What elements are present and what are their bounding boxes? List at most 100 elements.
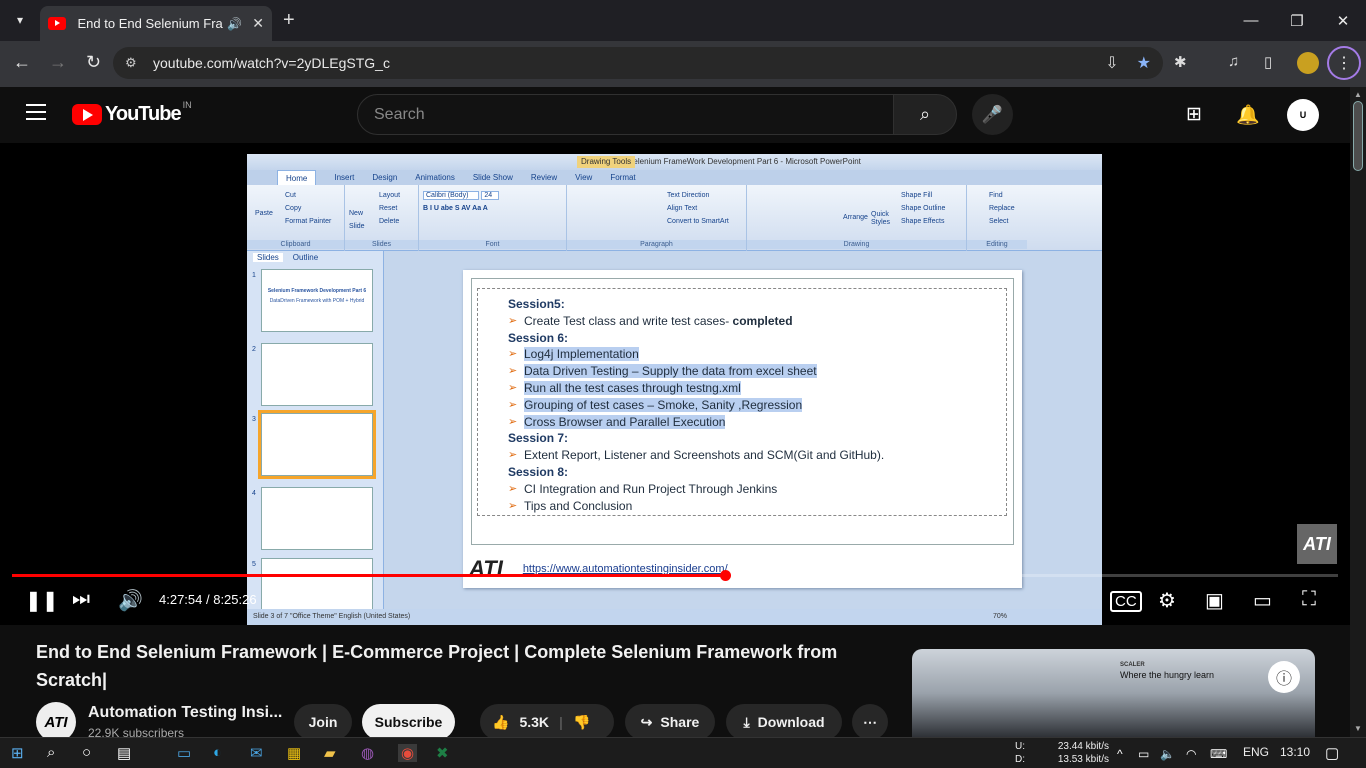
restore-icon[interactable]: ❐ [1274,0,1320,41]
mail-icon[interactable]: ✉ [250,744,263,762]
youtube-logo[interactable]: YouTube IN [72,100,192,126]
ppt-ribbon-tabs: Home Insert Design Animations Slide Show… [247,170,1102,185]
captions-icon[interactable]: CC [1110,591,1142,612]
address-bar[interactable]: ⚙ youtube.com/watch?v=2yDLEgSTG_c ⇩ ★ [113,47,1163,79]
volume-icon[interactable]: 🔊 [118,588,143,613]
youtube-favicon-icon [48,17,66,30]
miniplayer-icon[interactable]: ▣ [1205,588,1224,613]
side-panel-icon[interactable]: ▯ [1264,53,1272,71]
sidebar-ad[interactable]: SCALER Where the hungry learn ⓘ [912,649,1315,737]
audio-playing-icon[interactable]: 🔊 [227,17,242,31]
tray-chevron-icon[interactable]: ^ [1117,747,1123,761]
search-button[interactable]: ⌕ [893,94,957,135]
join-button[interactable]: Join [294,704,352,740]
browser-menu-icon[interactable]: ⋮ [1327,46,1361,80]
clock[interactable]: 13:10 [1280,746,1310,759]
forward-icon[interactable]: → [49,52,67,73]
task-view-icon[interactable]: ▤ [117,744,131,762]
ad-info-icon[interactable]: ⓘ [1268,661,1300,693]
channel-watermark[interactable]: ATI [1297,524,1337,564]
scroll-down-icon[interactable]: ▼ [1354,724,1362,733]
video-player[interactable]: Drawing Tools Selenium FrameWork Develop… [0,143,1350,625]
wifi-icon[interactable]: ◠ [1186,747,1196,761]
ribbon-drawing: Arrange Quick Styles Shape Fill Shape Ou… [747,185,967,251]
ppt-slides-pane: Slides Outline 1 Selenium Framework Deve… [247,251,384,625]
thumb-number: 5 [252,561,256,568]
shape-outline-label: Shape Outline [901,205,946,212]
new-slide-label: New Slide [349,210,365,230]
reload-icon[interactable]: ↻ [86,52,101,73]
network-speed-labels: U: D: [1015,740,1025,766]
notifications-bell-icon[interactable]: 🔔 [1236,103,1260,127]
voice-search-icon[interactable]: 🎤 [972,94,1013,135]
guide-menu-icon[interactable] [26,104,46,120]
profile-avatar[interactable] [1297,52,1319,74]
page-scrollbar[interactable]: ▲ ▼ [1350,87,1366,737]
notification-center-icon[interactable]: ▢ [1325,744,1339,762]
settings-gear-icon[interactable]: ⚙ [1158,588,1176,613]
speaker-icon[interactable]: 🔈 [1160,747,1175,761]
logo-text: YouTube [105,103,182,125]
ppt-tab-view: View [575,173,593,182]
select-label: Select [989,218,1009,225]
close-tab-icon[interactable]: ✕ [252,15,264,32]
more-actions-icon[interactable]: ⋯ [852,704,888,740]
taskbar-search-icon[interactable]: ⌕ [47,744,55,761]
ribbon-editing: Find Replace Select Editing [967,185,1102,251]
slide-bullet: Cross Browser and Parallel Execution [508,414,884,431]
shape-fill-label: Shape Fill [901,192,933,199]
media-control-icon[interactable]: ♫ [1228,53,1239,70]
create-video-icon[interactable]: ⊞ [1186,103,1202,126]
subscribe-button[interactable]: Subscribe [362,704,455,740]
account-avatar[interactable]: U [1287,99,1319,131]
slide-bullet: CI Integration and Run Project Through J… [508,481,884,498]
like-count[interactable]: 5.3K [519,714,549,730]
like-dislike-group: 👍 5.3K | 👎 [480,704,614,740]
search-input[interactable]: Search [357,94,894,135]
like-thumb-icon[interactable]: 👍 [492,714,509,731]
close-window-icon[interactable]: ✕ [1320,0,1366,41]
battery-icon[interactable]: ▭ [1138,747,1149,761]
next-video-icon[interactable]: ⏭ [72,588,90,611]
browser-tab[interactable]: End to End Selenium Frame 🔊 ✕ [40,6,272,41]
eclipse-icon[interactable]: ◍ [361,744,374,762]
progress-bar[interactable] [12,570,1338,581]
url-text[interactable]: youtube.com/watch?v=2yDLEgSTG_c [153,55,390,71]
site-info-icon[interactable]: ⚙ [125,55,153,71]
edge-browser-icon[interactable]: ◐ [213,744,222,761]
pause-icon[interactable]: ❚❚ [25,588,59,613]
tab-search-chevron-icon[interactable]: ▾ [8,8,32,32]
channel-name[interactable]: Automation Testing Insi... [88,704,282,722]
pane-tab-outline: Outline [292,253,319,262]
scrollbar-thumb[interactable] [1353,101,1363,171]
pane-tabs: Slides Outline [247,251,383,264]
download-speed: 13.53 kbit/s [1057,754,1109,765]
file-explorer-icon[interactable]: ▰ [324,744,336,762]
bookmark-star-icon[interactable]: ★ [1137,53,1151,73]
scroll-up-icon[interactable]: ▲ [1354,90,1362,99]
minimize-icon[interactable]: — [1228,0,1274,41]
back-icon[interactable]: ← [13,52,31,73]
fullscreen-icon[interactable]: ⛶ [1302,588,1316,611]
theater-mode-icon[interactable]: ▭ [1253,588,1272,613]
windows-start-icon[interactable]: ⊞ [11,744,24,762]
cortana-icon[interactable]: ○ [82,744,91,761]
extensions-icon[interactable]: ✱ [1174,53,1187,71]
new-tab-icon[interactable]: + [283,9,295,32]
desktop-app-icon[interactable]: ▭ [177,744,191,762]
install-app-icon[interactable]: ⇩ [1105,53,1118,73]
channel-avatar[interactable]: ATI [36,702,76,742]
download-label: Download [757,714,825,730]
find-label: Find [989,192,1003,199]
language-indicator[interactable]: ENG [1243,746,1269,759]
download-button[interactable]: ⤓ Download [726,704,842,740]
share-button[interactable]: ↪ Share [625,704,715,740]
chrome-icon[interactable]: ◉ [398,744,418,762]
store-icon[interactable]: ▦ [287,744,301,762]
ribbon-clipboard: Paste Cut Copy Format Painter Clipboard [247,185,345,251]
dislike-thumb-icon[interactable]: 👎 [573,714,590,731]
excel-icon[interactable]: ✖ [436,744,449,762]
browser-tab-strip: ▾ End to End Selenium Frame 🔊 ✕ + — ❐ ✕ [0,0,1366,41]
keyboard-icon[interactable]: ⌨ [1210,747,1227,761]
slide-thumbnail: Selenium Framework Development Part 6 Da… [261,269,373,332]
